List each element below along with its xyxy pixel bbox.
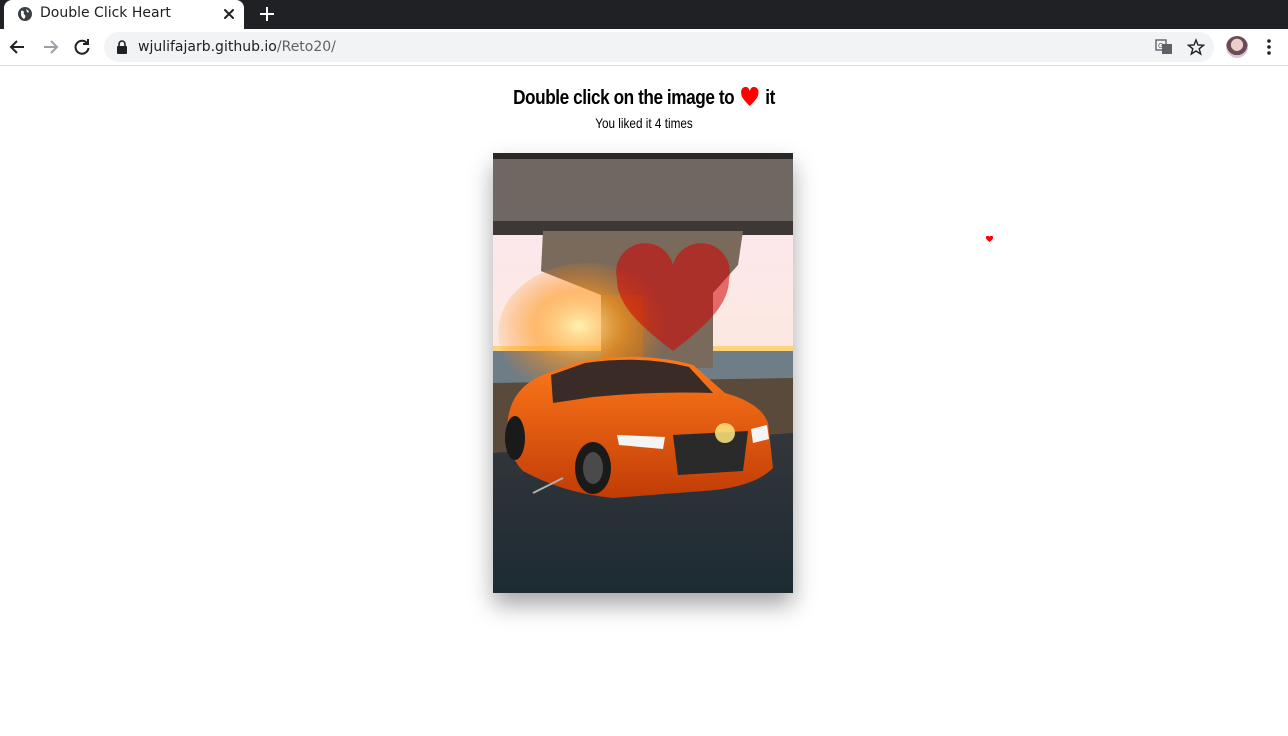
close-icon[interactable] bbox=[220, 5, 238, 23]
headline-text-after: it bbox=[765, 87, 775, 109]
more-menu-icon[interactable] bbox=[1260, 37, 1278, 57]
globe-icon bbox=[18, 7, 32, 21]
tab-strip: Double Click Heart bbox=[0, 0, 1288, 29]
browser-toolbar: wjulifajarb.github.io/Reto20/ G bbox=[0, 29, 1288, 66]
likeable-car-photo[interactable] bbox=[493, 153, 793, 593]
star-bookmark-icon[interactable] bbox=[1187, 38, 1205, 56]
reload-icon[interactable] bbox=[72, 37, 92, 57]
new-tab-plus-icon[interactable] bbox=[256, 3, 278, 25]
likes-counter: You liked it 4 times bbox=[595, 115, 693, 131]
heart-icon bbox=[741, 87, 759, 106]
svg-text:G: G bbox=[1158, 42, 1163, 50]
page-content: Double click on the image to it You like… bbox=[0, 67, 1288, 736]
car-photo bbox=[493, 153, 793, 593]
tab-title: Double Click Heart bbox=[40, 5, 171, 21]
forward-arrow-icon[interactable] bbox=[40, 37, 60, 57]
url-path: /Reto20/ bbox=[276, 39, 336, 55]
heart-icon bbox=[986, 236, 993, 242]
lock-icon[interactable] bbox=[116, 40, 128, 54]
tab-double-click-heart[interactable]: Double Click Heart bbox=[4, 0, 244, 29]
translate-icon[interactable]: G bbox=[1155, 38, 1173, 56]
page-title: Double click on the image to it bbox=[90, 87, 1198, 110]
address-bar[interactable]: wjulifajarb.github.io/Reto20/ G bbox=[104, 32, 1214, 62]
url-host: wjulifajarb.github.io bbox=[138, 39, 277, 55]
headline-text-before: Double click on the image to bbox=[513, 87, 735, 109]
profile-avatar[interactable] bbox=[1226, 36, 1248, 58]
url-text[interactable]: wjulifajarb.github.io/Reto20/ bbox=[138, 38, 336, 56]
back-arrow-icon[interactable] bbox=[8, 37, 28, 57]
